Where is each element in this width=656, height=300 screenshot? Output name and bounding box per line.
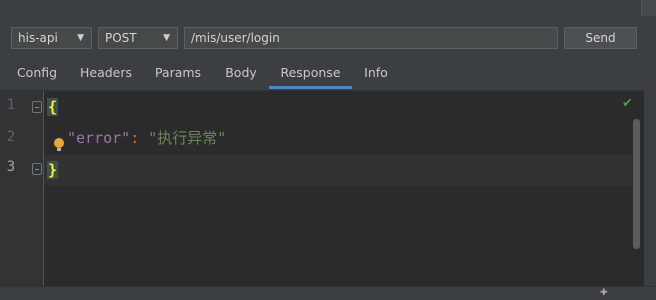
method-select[interactable]: POST ▼ [98, 27, 178, 49]
method-value: POST [105, 31, 137, 45]
editor-gutter [0, 91, 44, 287]
tab-config[interactable]: Config [10, 58, 64, 88]
close-brace: } [47, 161, 59, 179]
request-tabs: Config Headers Params Body Response Info [0, 58, 656, 90]
send-button[interactable]: Send [564, 27, 637, 49]
json-value: "执行异常" [148, 129, 227, 147]
dropdown-arrow-icon: ▼ [163, 33, 170, 43]
tab-response[interactable]: Response [269, 58, 352, 89]
gutter-divider [43, 91, 44, 287]
dropdown-arrow-icon: ▼ [77, 33, 84, 43]
line-number: 1 [6, 97, 16, 113]
code-line-3: } [47, 155, 59, 185]
json-key: "error" [67, 129, 131, 147]
tab-params[interactable]: Params [148, 58, 208, 88]
response-editor[interactable]: 1 2 3 { "error": "执行异常" } ✔ [0, 90, 644, 287]
window-corner [641, 0, 656, 16]
line-number: 2 [6, 129, 16, 145]
fold-icon[interactable] [32, 163, 42, 175]
tab-info[interactable]: Info [356, 58, 396, 88]
environment-value: his-api [18, 31, 58, 45]
tab-body[interactable]: Body [218, 58, 264, 88]
line-number: 3 [6, 159, 16, 175]
code-line-1: { [47, 92, 59, 122]
checkmark-icon: ✔ [622, 96, 633, 111]
vertical-scrollbar[interactable] [633, 119, 640, 249]
code-line-2: "error": "执行异常" [67, 123, 226, 153]
right-strip [644, 58, 656, 286]
json-colon: : [130, 129, 140, 147]
window-top-bar [0, 0, 656, 26]
current-line-highlight [44, 155, 632, 185]
bottom-bar: ✚ [0, 286, 656, 300]
fold-icon[interactable] [32, 101, 42, 113]
open-brace: { [47, 98, 59, 116]
environment-select[interactable]: his-api ▼ [11, 27, 92, 49]
bulb-icon[interactable] [54, 138, 64, 151]
settings-icon[interactable]: ✚ [600, 289, 608, 298]
url-input[interactable]: /mis/user/login [184, 27, 558, 49]
tab-headers[interactable]: Headers [74, 58, 138, 88]
